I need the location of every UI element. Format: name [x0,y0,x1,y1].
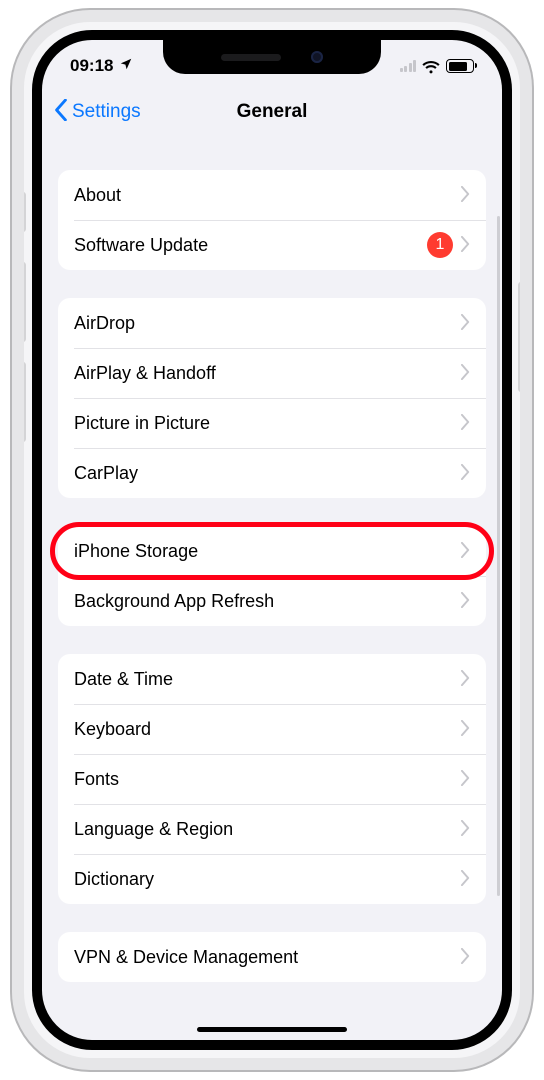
row-carplay[interactable]: CarPlay [58,448,486,498]
chevron-right-icon [461,360,470,386]
back-label: Settings [72,101,141,123]
back-button[interactable]: Settings [54,99,141,125]
row-date-time[interactable]: Date & Time [58,654,486,704]
settings-group: iPhone Storage Background App Refresh [58,526,486,626]
chevron-right-icon [461,410,470,436]
chevron-right-icon [461,716,470,742]
battery-icon [446,59,474,73]
status-left: 09:18 [70,52,133,76]
scroll-indicator [497,216,500,896]
screen: 09:18 [32,30,512,1050]
cellular-signal-icon [400,60,417,72]
settings-group: VPN & Device Management [58,932,486,982]
side-button-silence [20,192,26,232]
notification-badge: 1 [427,232,453,258]
status-bar: 09:18 [42,40,502,88]
row-airdrop[interactable]: AirDrop [58,298,486,348]
row-dictionary[interactable]: Dictionary [58,854,486,904]
row-fonts[interactable]: Fonts [58,754,486,804]
chevron-right-icon [461,310,470,336]
row-label: AirDrop [74,313,453,334]
chevron-left-icon [54,99,68,125]
row-label: Background App Refresh [74,591,453,612]
chevron-right-icon [461,538,470,564]
row-software-update[interactable]: Software Update1 [58,220,486,270]
row-label: VPN & Device Management [74,947,453,968]
chevron-right-icon [461,182,470,208]
status-time: 09:18 [70,56,113,76]
location-services-icon [119,56,133,76]
side-button-power [518,282,524,392]
row-label: Software Update [74,235,427,256]
row-keyboard[interactable]: Keyboard [58,704,486,754]
nav-bar: Settings General [42,88,502,136]
row-label: AirPlay & Handoff [74,363,453,384]
side-button-volume-down [20,362,26,442]
chevron-right-icon [461,866,470,892]
row-label: Fonts [74,769,453,790]
row-about[interactable]: About [58,170,486,220]
row-label: iPhone Storage [74,541,453,562]
row-label: CarPlay [74,463,453,484]
row-label: Keyboard [74,719,453,740]
status-right [400,55,475,73]
wifi-icon [422,59,440,73]
row-airplay-handoff[interactable]: AirPlay & Handoff [58,348,486,398]
row-label: About [74,185,453,206]
chevron-right-icon [461,944,470,970]
row-label: Picture in Picture [74,413,453,434]
side-button-volume-up [20,262,26,342]
home-indicator[interactable] [197,1027,347,1032]
chevron-right-icon [461,666,470,692]
settings-group: Date & Time Keyboard Fonts Language & Regio… [58,654,486,904]
phone-frame: 09:18 [12,10,532,1070]
row-language-region[interactable]: Language & Region [58,804,486,854]
settings-group: About Software Update1 [58,170,486,270]
row-label: Date & Time [74,669,453,690]
settings-group: AirDrop AirPlay & Handoff Picture in Pictu… [58,298,486,498]
row-label: Language & Region [74,819,453,840]
content-scroll[interactable]: About Software Update1 AirDrop AirPlay & Ha… [42,136,502,1040]
chevron-right-icon [461,232,470,258]
chevron-right-icon [461,460,470,486]
chevron-right-icon [461,766,470,792]
row-vpn-device-mgmt[interactable]: VPN & Device Management [58,932,486,982]
chevron-right-icon [461,816,470,842]
row-background-app-refresh[interactable]: Background App Refresh [58,576,486,626]
row-iphone-storage[interactable]: iPhone Storage [58,526,486,576]
row-picture-in-picture[interactable]: Picture in Picture [58,398,486,448]
chevron-right-icon [461,588,470,614]
row-label: Dictionary [74,869,453,890]
